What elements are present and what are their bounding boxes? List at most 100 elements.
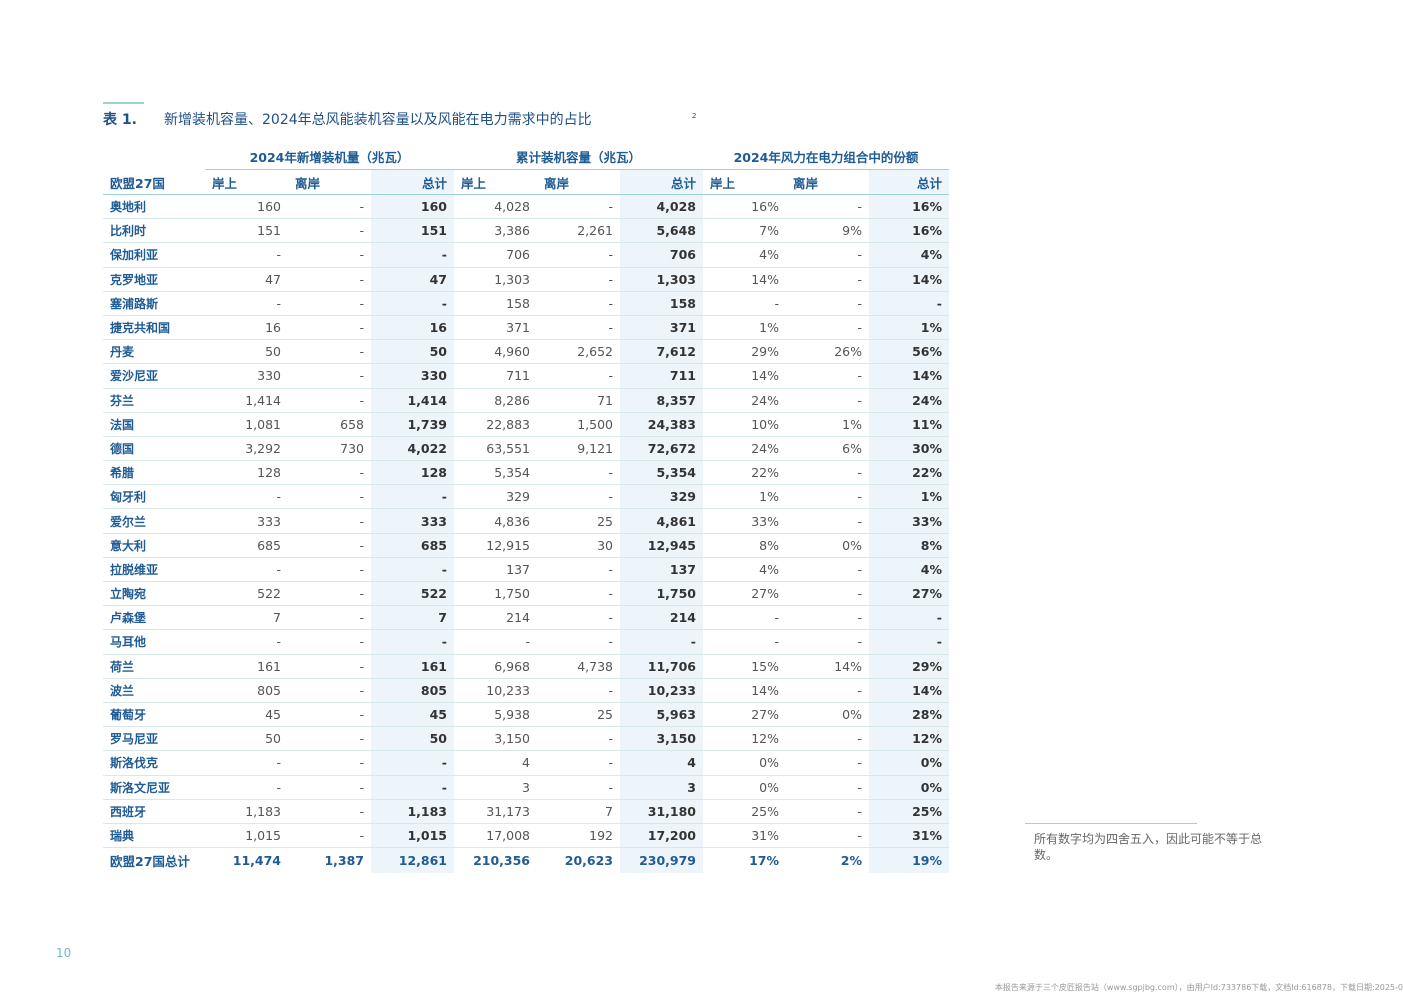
table-cell: 706 (506, 247, 530, 263)
table-cell: 1% (759, 489, 779, 505)
total-row: 欧盟27国总计 11,474 1,387 12,861 210,356 20,623 230… (103, 848, 949, 874)
table-cell: 29% (869, 654, 949, 678)
table-cell: 161 (371, 654, 454, 678)
table-cell: 160 (371, 195, 454, 219)
table-cell: 10,233 (486, 682, 530, 698)
group-header-row: 2024年新增装机量（兆瓦） 累计装机容量（兆瓦） 2024年风力在电力组合中的… (103, 145, 949, 170)
table-cell: 1% (869, 315, 949, 340)
total-cell: 19% (869, 848, 949, 874)
table-row: 比利时 151-151 3,386 2,261 5,648 7% 9% 16% (103, 219, 949, 244)
column-header: 总计 (620, 170, 703, 194)
table-cell: - (276, 561, 281, 577)
table-cell: - (857, 465, 862, 481)
table-cell: 71 (597, 392, 613, 408)
table-row: 马耳他 - - - - - - - - - (103, 630, 949, 655)
table-cell: - (857, 561, 862, 577)
table-cell: 151 (371, 219, 454, 243)
table-cell: 63,551 (486, 440, 530, 456)
table-cell: 329 (620, 485, 703, 509)
table-cell: - (857, 247, 862, 263)
table-cell: 4% (759, 561, 779, 577)
table-cell: 27% (869, 582, 949, 606)
table-cell: 4,960 (494, 344, 530, 360)
table-cell: - (371, 243, 454, 267)
table-cell: - (359, 368, 364, 384)
table-cell: - (359, 731, 364, 747)
table-row: 葡萄牙 45-45 5,938 25 5,963 27% 0% 28% (103, 702, 949, 728)
table-cell: 4 (522, 755, 530, 771)
table-cell: - (608, 320, 613, 336)
table-cell: 50 (371, 727, 454, 751)
table-cell: 25 (597, 513, 613, 529)
table-cell: - (371, 291, 454, 315)
group-header-cumulative-capacity: 累计装机容量（兆瓦） (454, 145, 703, 170)
table-cell: 25 (597, 707, 613, 723)
table-cell: 14% (751, 682, 779, 698)
country-name: 拉脱维亚 (110, 562, 159, 577)
table-cell: 56% (869, 340, 949, 364)
table-cell: 6,968 (494, 658, 530, 674)
table-cell: 330 (257, 368, 281, 384)
table-cell: 8% (759, 537, 779, 553)
table-cell: - (857, 368, 862, 384)
table-cell: 30% (869, 436, 949, 461)
group-header-new-installations: 2024年新增装机量（兆瓦） (205, 145, 454, 170)
column-header: 总计 (869, 170, 949, 194)
table-cell: 29% (751, 344, 779, 360)
table-cell: 3,150 (620, 727, 703, 751)
table-row: 丹麦 50-50 4,960 2,652 7,612 29% 26% 56% (103, 340, 949, 365)
table-cell: 4% (869, 557, 949, 581)
table-cell: - (276, 634, 281, 650)
table-cell: 4,836 (494, 513, 530, 529)
table-cell: 14% (869, 678, 949, 702)
column-header: 岸上 (212, 175, 238, 191)
table-cell: 12% (869, 727, 949, 751)
table-cell: 711 (620, 364, 703, 388)
table-cell: 658 (340, 416, 364, 432)
table-cell: 45 (371, 702, 454, 727)
table-cell: 805 (257, 682, 281, 698)
table-cell: 161 (257, 658, 281, 674)
table-row: 斯洛伐克 - - -4-4 0% -0% (103, 751, 949, 776)
table-cell: - (857, 392, 862, 408)
table-cell: 805 (371, 678, 454, 702)
table-cell: 158 (506, 295, 530, 311)
table-cell: 3,292 (245, 440, 281, 456)
table-cell: 7 (605, 803, 613, 819)
table-cell: - (608, 586, 613, 602)
table-cell: 24% (751, 440, 779, 456)
table-cell: 522 (257, 586, 281, 602)
table-cell: - (359, 513, 364, 529)
table-cell: 11% (869, 412, 949, 436)
table-cell: 24% (751, 392, 779, 408)
table-row: 希腊 128-128 5,354-5,354 22% -22% (103, 461, 949, 486)
page-number: 10 (56, 946, 72, 960)
table-cell: 4,861 (620, 509, 703, 533)
table-cell: 330 (371, 364, 454, 388)
table-row: 斯洛文尼亚 - - -3-3 0% -0% (103, 775, 949, 800)
footnote-marker: 2 (692, 112, 697, 120)
table-cell: - (359, 344, 364, 360)
table-cell: 371 (506, 320, 530, 336)
country-name: 比利时 (110, 224, 147, 239)
country-name: 葡萄牙 (110, 708, 147, 723)
table-row: 卢森堡 7-7 214-214- - - (103, 606, 949, 631)
table-cell: 27% (751, 586, 779, 602)
table-cell: 16% (869, 219, 949, 243)
table-cell: 30 (597, 537, 613, 553)
table-cell: 25% (751, 803, 779, 819)
column-header-row: 欧盟27国 岸上 离岸 总计 岸上 离岸 总计 岸上 离岸 总计 (103, 170, 949, 195)
table-cell: 10% (751, 416, 779, 432)
table-cell: 12% (751, 731, 779, 747)
table-cell: 4,022 (371, 436, 454, 461)
table-cell: 50 (265, 731, 281, 747)
table-cell: - (857, 271, 862, 287)
data-table: 2024年新增装机量（兆瓦） 累计装机容量（兆瓦） 2024年风力在电力组合中的… (103, 145, 949, 874)
table-caption: 表 1. 新增装机容量、2024年总风能装机容量以及风能在电力需求中的占比 (103, 108, 592, 130)
table-cell: 27% (751, 707, 779, 723)
table-cell: - (857, 827, 862, 843)
table-cell: 371 (620, 315, 703, 340)
table-cell: 8,357 (620, 388, 703, 412)
table-cell: 14% (869, 364, 949, 388)
table-cell: 10,233 (620, 678, 703, 702)
